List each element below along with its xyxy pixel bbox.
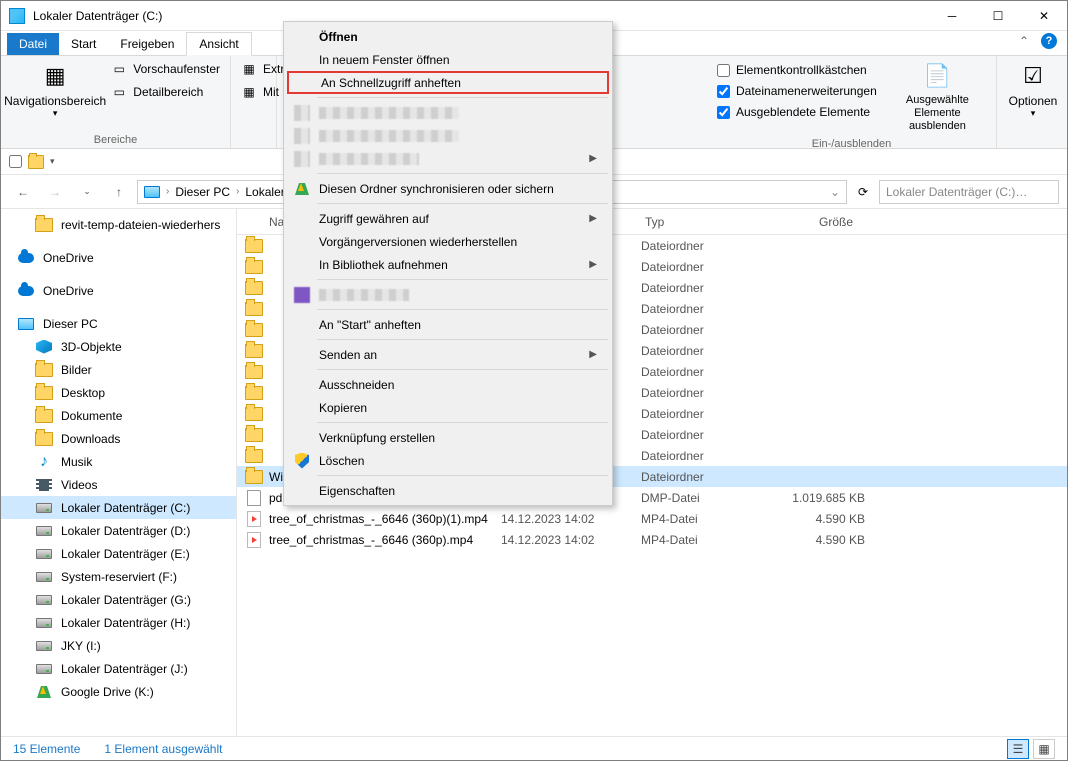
chk-extensions[interactable]: Dateinamenerweiterungen bbox=[713, 81, 881, 101]
options-icon: ☑ bbox=[1017, 60, 1049, 92]
app-icon bbox=[9, 8, 25, 24]
pc-icon bbox=[144, 186, 160, 198]
ctx-blurred-item[interactable]: ▶ bbox=[287, 147, 609, 170]
table-row[interactable]: tree_of_christmas_-_6646 (360p).mp414.12… bbox=[237, 529, 1067, 550]
table-row[interactable]: tree_of_christmas_-_6646 (360p)(1).mp414… bbox=[237, 508, 1067, 529]
tab-file[interactable]: Datei bbox=[7, 33, 59, 55]
ctx-shortcut[interactable]: Verknüpfung erstellen bbox=[287, 426, 609, 449]
details-view-button[interactable]: ☰ bbox=[1007, 739, 1029, 759]
qa-checkbox[interactable] bbox=[9, 155, 22, 168]
sidebar-drive[interactable]: Google Drive (K:) bbox=[1, 680, 236, 703]
details-icon: ▭ bbox=[111, 84, 127, 100]
col-size[interactable]: Größe bbox=[761, 215, 861, 229]
ctx-new-window[interactable]: In neuem Fenster öffnen bbox=[287, 48, 609, 71]
context-menu: Öffnen In neuem Fenster öffnen An Schnel… bbox=[283, 21, 613, 506]
shield-icon bbox=[295, 453, 309, 469]
search-input[interactable]: Lokaler Datenträger (C:)… bbox=[879, 180, 1059, 204]
collapse-ribbon-icon[interactable]: ⌃ bbox=[1019, 34, 1029, 48]
forward-button[interactable]: → bbox=[41, 179, 69, 205]
sidebar-item[interactable]: Videos bbox=[1, 473, 236, 496]
ctx-copy[interactable]: Kopieren bbox=[287, 396, 609, 419]
sidebar-drive[interactable]: Lokaler Datenträger (J:) bbox=[1, 657, 236, 680]
ctx-properties[interactable]: Eigenschaften bbox=[287, 479, 609, 502]
options-button[interactable]: ☑ Optionen ▾ bbox=[1003, 58, 1063, 121]
ctx-pin-quickaccess[interactable]: An Schnellzugriff anheften bbox=[287, 71, 609, 94]
sidebar-item[interactable]: Downloads bbox=[1, 427, 236, 450]
ctx-send-to[interactable]: Senden an▶ bbox=[287, 343, 609, 366]
ctx-pin-start[interactable]: An "Start" anheften bbox=[287, 313, 609, 336]
tab-start[interactable]: Start bbox=[59, 33, 108, 55]
close-button[interactable]: ✕ bbox=[1021, 1, 1067, 31]
nav-pane-button[interactable]: ▦ Navigationsbereich ▾ bbox=[7, 58, 103, 121]
ctx-open[interactable]: Öffnen bbox=[287, 25, 609, 48]
ctx-cut[interactable]: Ausschneiden bbox=[287, 373, 609, 396]
details-pane-button[interactable]: ▭Detailbereich bbox=[107, 81, 224, 103]
qa-dropdown-icon[interactable]: ▾ bbox=[50, 156, 55, 167]
ctx-google-sync[interactable]: Diesen Ordner synchronisieren oder siche… bbox=[287, 177, 609, 200]
sidebar-drive[interactable]: Lokaler Datenträger (C:) bbox=[1, 496, 236, 519]
tab-share[interactable]: Freigeben bbox=[108, 33, 186, 55]
ctx-delete[interactable]: Löschen bbox=[287, 449, 609, 472]
hide-icon: 📄 bbox=[921, 60, 953, 92]
sidebar-drive[interactable]: Lokaler Datenträger (G:) bbox=[1, 588, 236, 611]
preview-icon: ▭ bbox=[111, 61, 127, 77]
up-button[interactable]: ↑ bbox=[105, 179, 133, 205]
qa-folder-icon bbox=[28, 155, 44, 169]
minimize-button[interactable]: ─ bbox=[929, 1, 975, 31]
help-icon[interactable]: ? bbox=[1041, 33, 1057, 49]
folder-icon bbox=[35, 218, 53, 232]
onedrive-icon bbox=[18, 286, 34, 296]
col-type[interactable]: Typ bbox=[637, 215, 761, 229]
chk-item-checkboxes[interactable]: Elementkontrollkästchen bbox=[713, 60, 881, 80]
nav-pane-icon: ▦ bbox=[39, 60, 71, 92]
sidebar-drive[interactable]: JKY (I:) bbox=[1, 634, 236, 657]
sidebar-drive[interactable]: Lokaler Datenträger (D:) bbox=[1, 519, 236, 542]
statusbar: 15 Elemente 1 Element ausgewählt ☰ ▦ bbox=[1, 736, 1067, 760]
sidebar-item[interactable]: Dokumente bbox=[1, 404, 236, 427]
sidebar-drive[interactable]: System-reserviert (F:) bbox=[1, 565, 236, 588]
ctx-blurred-item[interactable] bbox=[287, 101, 609, 124]
onedrive-icon bbox=[18, 253, 34, 263]
sidebar-drive[interactable]: Lokaler Datenträger (H:) bbox=[1, 611, 236, 634]
sidebar-this-pc[interactable]: Dieser PC bbox=[1, 312, 236, 335]
refresh-button[interactable]: ⟳ bbox=[851, 180, 875, 204]
status-count: 15 Elemente bbox=[13, 742, 80, 756]
maximize-button[interactable]: ☐ bbox=[975, 1, 1021, 31]
ctx-grant-access[interactable]: Zugriff gewähren auf▶ bbox=[287, 207, 609, 230]
sidebar-onedrive[interactable]: OneDrive bbox=[1, 279, 236, 302]
chk-hidden[interactable]: Ausgeblendete Elemente bbox=[713, 102, 881, 122]
preview-pane-button[interactable]: ▭Vorschaufenster bbox=[107, 58, 224, 80]
back-button[interactable]: ← bbox=[9, 179, 37, 205]
crumb-pc[interactable]: Dieser PC bbox=[171, 181, 234, 203]
sidebar-item[interactable]: 3D-Objekte bbox=[1, 335, 236, 358]
sidebar-quick-item[interactable]: revit-temp-dateien-wiederhers bbox=[1, 213, 236, 236]
ctx-blurred-item[interactable] bbox=[287, 283, 609, 306]
sidebar-item[interactable]: Desktop bbox=[1, 381, 236, 404]
ctx-blurred-item[interactable] bbox=[287, 124, 609, 147]
sidebar-onedrive[interactable]: OneDrive bbox=[1, 246, 236, 269]
recent-dropdown[interactable]: ⌄ bbox=[73, 179, 101, 205]
sidebar-item[interactable]: ♪Musik bbox=[1, 450, 236, 473]
icons-view-button[interactable]: ▦ bbox=[1033, 739, 1055, 759]
tab-view[interactable]: Ansicht bbox=[186, 32, 251, 56]
hide-selected-button[interactable]: 📄 Ausgewählte Elemente ausblenden bbox=[885, 58, 990, 136]
sidebar-drive[interactable]: Lokaler Datenträger (E:) bbox=[1, 542, 236, 565]
sidebar-item[interactable]: Bilder bbox=[1, 358, 236, 381]
ctx-prev-versions[interactable]: Vorgängerversionen wiederherstellen bbox=[287, 230, 609, 253]
gdrive-icon bbox=[295, 183, 309, 195]
status-selected: 1 Element ausgewählt bbox=[104, 742, 222, 756]
pc-icon bbox=[18, 318, 34, 330]
nav-tree[interactable]: revit-temp-dateien-wiederhers OneDrive O… bbox=[1, 209, 237, 736]
ctx-library[interactable]: In Bibliothek aufnehmen▶ bbox=[287, 253, 609, 276]
